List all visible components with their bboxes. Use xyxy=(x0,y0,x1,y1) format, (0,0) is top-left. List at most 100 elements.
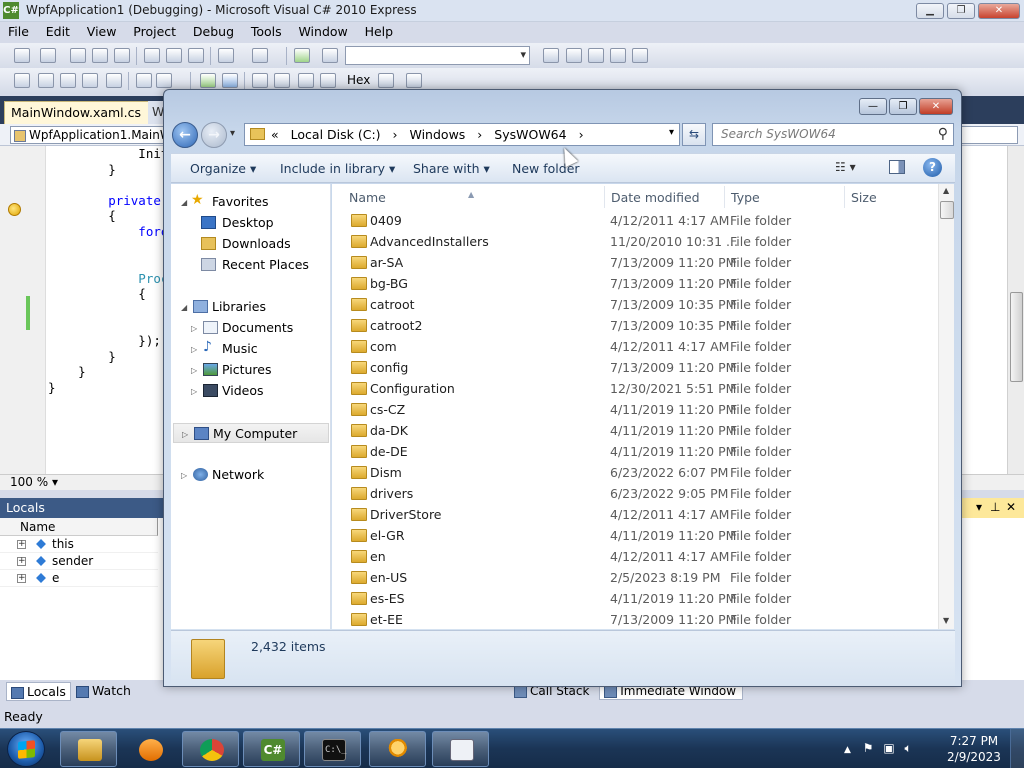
file-row[interactable]: ar-SA 7/13/2009 11:20 PM File folder xyxy=(332,252,938,273)
file-row[interactable]: en 4/12/2011 4:17 AM File folder xyxy=(332,546,938,567)
clock[interactable]: 7:27 PM 2/9/2023 xyxy=(944,733,1004,765)
scroll-down-icon[interactable]: ▼ xyxy=(943,616,949,625)
redo-icon[interactable] xyxy=(252,48,268,63)
step-out-icon[interactable] xyxy=(320,73,336,88)
nav-desktop[interactable]: Desktop xyxy=(191,213,274,233)
file-row[interactable]: cs-CZ 4/11/2019 11:20 PM File folder xyxy=(332,399,938,420)
expand-icon[interactable]: ▷ xyxy=(191,324,197,333)
column-date-modified[interactable]: Date modified xyxy=(611,190,700,205)
nav-videos[interactable]: ▷ Videos xyxy=(191,381,264,401)
network-tray-icon[interactable]: ▣ xyxy=(883,741,894,755)
expand-icon[interactable]: + xyxy=(17,540,26,549)
file-row[interactable]: Configuration 12/30/2021 5:51 PM File fold… xyxy=(332,378,938,399)
breadcrumb-windows[interactable]: Windows xyxy=(410,127,466,142)
expand-icon[interactable]: + xyxy=(17,557,26,566)
taskbar-search[interactable] xyxy=(369,731,426,767)
file-row[interactable]: AdvancedInstallers 11/20/2010 10:31 ... Fi… xyxy=(332,231,938,252)
column-type[interactable]: Type xyxy=(731,190,760,205)
save-icon[interactable] xyxy=(92,48,108,63)
explorer-maximize-button[interactable]: ❐ xyxy=(889,98,917,115)
help-icon[interactable]: ? xyxy=(923,158,942,177)
taskbar-explorer[interactable] xyxy=(60,731,117,767)
toolbox-icon[interactable] xyxy=(610,48,626,63)
editor-vertical-scrollbar[interactable] xyxy=(1007,146,1024,474)
address-dropdown-icon[interactable]: ▾ xyxy=(669,127,674,138)
file-row[interactable]: el-GR 4/11/2019 11:20 PM File folder xyxy=(332,525,938,546)
file-list-scrollbar[interactable]: ▲ ▼ xyxy=(938,184,954,629)
menu-tools[interactable]: Tools xyxy=(243,22,287,39)
forward-button[interactable]: → xyxy=(201,122,227,148)
new-project-icon[interactable] xyxy=(14,48,30,63)
comment-icon[interactable] xyxy=(136,73,152,88)
continue-icon[interactable] xyxy=(200,73,216,88)
nav-music[interactable]: ▷ ♪ Music xyxy=(191,339,258,359)
menu-view[interactable]: View xyxy=(79,22,122,39)
start-debugging-icon[interactable] xyxy=(294,48,310,63)
menu-project[interactable]: Project xyxy=(125,22,181,39)
nav-libraries[interactable]: ◢ Libraries xyxy=(181,297,266,317)
organize-button[interactable]: Organize ▾ xyxy=(190,161,256,176)
nav-recent-places[interactable]: Recent Places xyxy=(191,255,309,275)
breadcrumb-syswow64[interactable]: SysWOW64 xyxy=(494,127,566,142)
show-next-statement-icon[interactable] xyxy=(252,73,268,88)
find-combo[interactable] xyxy=(345,46,530,65)
nav-my-computer[interactable]: ▷ My Computer xyxy=(173,423,329,443)
tab-mainwindow-xaml-cs[interactable]: MainWindow.xaml.cs ✕ xyxy=(4,101,170,124)
explorer-minimize-button[interactable]: — xyxy=(859,98,887,115)
breadcrumb-separator[interactable]: › xyxy=(477,127,482,142)
file-row[interactable]: config 7/13/2009 11:20 PM File folder xyxy=(332,357,938,378)
file-row[interactable]: de-DE 4/11/2019 11:20 PM File folder xyxy=(332,441,938,462)
file-row[interactable]: catroot2 7/13/2009 10:35 PM File folder xyxy=(332,315,938,336)
breakpoints-icon[interactable] xyxy=(378,73,394,88)
step-over-icon[interactable] xyxy=(298,73,314,88)
vs-restore-button[interactable]: ❐ xyxy=(947,3,975,19)
include-in-library-button[interactable]: Include in library ▾ xyxy=(280,161,395,176)
tab-watch[interactable]: Watch xyxy=(72,682,135,699)
find-icon[interactable] xyxy=(543,48,559,63)
expand-icon[interactable]: ▷ xyxy=(181,471,187,480)
change-view-icon[interactable]: ☷ ▾ xyxy=(835,160,865,176)
scroll-up-icon[interactable]: ▲ xyxy=(943,186,949,195)
taskbar-media-player[interactable] xyxy=(121,731,178,767)
scroll-thumb[interactable] xyxy=(940,201,954,219)
hex-toggle[interactable]: Hex xyxy=(347,73,370,87)
recent-pages-dropdown-icon[interactable]: ▾ xyxy=(230,128,235,139)
taskbar-app[interactable] xyxy=(432,731,489,767)
expand-icon[interactable]: + xyxy=(17,574,26,583)
start-button[interactable] xyxy=(7,731,45,767)
debug-tool3-icon[interactable] xyxy=(60,73,76,88)
pin-icon[interactable]: ⊥ xyxy=(990,500,1000,514)
file-row[interactable]: en-US 2/5/2023 8:19 PM File folder xyxy=(332,567,938,588)
vs-close-button[interactable]: ✕ xyxy=(978,3,1020,19)
debug-tool2-icon[interactable] xyxy=(38,73,54,88)
address-bar[interactable]: « Local Disk (C:) › Windows › SysWOW64 ›… xyxy=(244,123,680,146)
nav-favorites[interactable]: ◢ ★ Favorites xyxy=(181,192,268,212)
undo-icon[interactable] xyxy=(218,48,234,63)
explorer-close-button[interactable]: ✕ xyxy=(919,98,953,115)
preview-pane-icon[interactable] xyxy=(889,160,905,174)
file-row[interactable]: drivers 6/23/2022 9:05 PM File folder xyxy=(332,483,938,504)
panel-close-icon[interactable]: ✕ xyxy=(1006,500,1016,514)
menu-edit[interactable]: Edit xyxy=(38,22,75,39)
column-size[interactable]: Size xyxy=(851,190,877,205)
debug-tool1-icon[interactable] xyxy=(14,73,30,88)
file-row[interactable]: Dism 6/23/2022 6:07 PM File folder xyxy=(332,462,938,483)
paste-icon[interactable] xyxy=(188,48,204,63)
debug-tool5-icon[interactable] xyxy=(106,73,122,88)
breadcrumb-separator[interactable]: › xyxy=(579,127,584,142)
locals-row[interactable]: + this xyxy=(0,536,158,553)
panel-dropdown-icon[interactable]: ▾ xyxy=(976,500,982,514)
output-window-icon[interactable] xyxy=(406,73,422,88)
file-row[interactable]: catroot 7/13/2009 10:35 PM File folder xyxy=(332,294,938,315)
menu-window[interactable]: Window xyxy=(290,22,352,39)
menu-help[interactable]: Help xyxy=(357,22,399,39)
action-center-icon[interactable]: ⚑ xyxy=(863,741,874,755)
column-name[interactable]: Name xyxy=(349,190,386,205)
tab-locals[interactable]: Locals xyxy=(6,682,71,701)
locals-column-name[interactable]: Name xyxy=(0,518,158,536)
nav-pictures[interactable]: ▷ Pictures xyxy=(191,360,272,380)
nav-downloads[interactable]: Downloads xyxy=(191,234,291,254)
taskbar-visual-csharp[interactable]: C# xyxy=(243,731,300,767)
file-row[interactable]: bg-BG 7/13/2009 11:20 PM File folder xyxy=(332,273,938,294)
properties-icon[interactable] xyxy=(588,48,604,63)
